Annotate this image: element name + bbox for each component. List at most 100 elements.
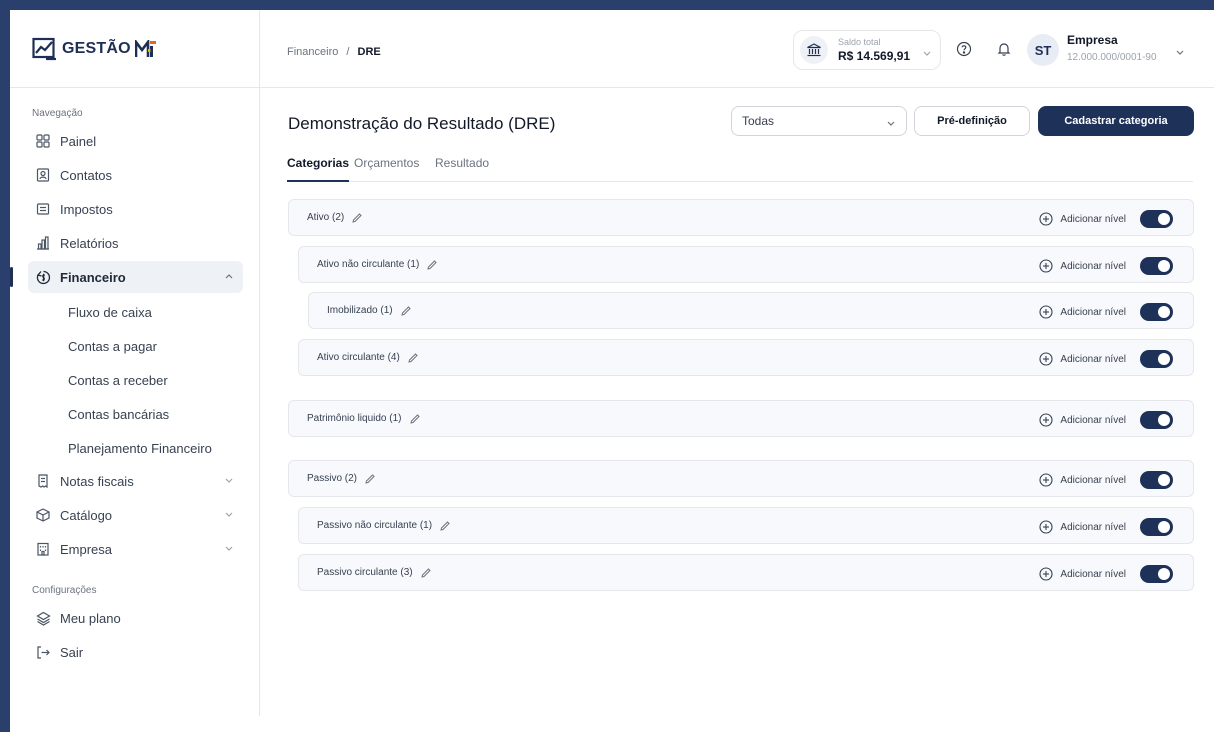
main-content: Demonstração do Resultado (DRE) Todas Pr… <box>260 88 1214 732</box>
pencil-icon[interactable] <box>409 413 421 425</box>
add-level-button[interactable]: Adicionar nível <box>1039 473 1126 487</box>
active-tab-indicator <box>287 180 349 182</box>
help-icon[interactable] <box>955 40 973 58</box>
sidebar-item-notas-fiscais[interactable]: Notas fiscais <box>28 465 243 497</box>
window-frame-top <box>0 0 1214 10</box>
toggle-knob <box>1158 568 1170 580</box>
category-row: Ativo (2) Adicionar nível <box>288 199 1194 236</box>
sidebar-item-catalogo[interactable]: Catálogo <box>28 499 243 531</box>
logout-icon <box>34 643 52 661</box>
bank-icon <box>800 36 828 64</box>
sidebar-item-label: Notas fiscais <box>60 473 134 489</box>
contact-card-icon <box>34 166 52 184</box>
predefinition-button[interactable]: Pré-definição <box>914 106 1030 136</box>
category-toggle[interactable] <box>1140 303 1173 321</box>
category-toggle[interactable] <box>1140 210 1173 228</box>
brand-logo[interactable]: GESTÃO <box>10 10 259 88</box>
invoice-icon <box>34 472 52 490</box>
breadcrumb-current: DRE <box>357 46 381 58</box>
pencil-icon[interactable] <box>400 305 412 317</box>
building-icon <box>34 540 52 558</box>
category-row: Passivo (2) Adicionar nível <box>288 460 1194 497</box>
add-level-button[interactable]: Adicionar nível <box>1039 567 1126 581</box>
plus-circle-icon <box>1039 413 1053 427</box>
category-label[interactable]: Ativo circulante (4) <box>299 352 419 364</box>
sidebar-item-label: Empresa <box>60 541 113 557</box>
category-toggle[interactable] <box>1140 518 1173 536</box>
sidebar-subitem-fluxo-de-caixa[interactable]: Fluxo de caixa <box>28 295 243 329</box>
pencil-icon[interactable] <box>420 567 432 579</box>
active-indicator <box>10 267 13 287</box>
grid-icon <box>34 132 52 150</box>
plus-circle-icon <box>1039 520 1053 534</box>
category-toggle[interactable] <box>1140 471 1173 489</box>
sidebar-subitem-contas-a-pagar[interactable]: Contas a pagar <box>28 329 243 363</box>
add-level-button[interactable]: Adicionar nível <box>1039 259 1126 273</box>
sidebar-item-label: Meu plano <box>60 610 121 626</box>
category-label[interactable]: Passivo não circulante (1) <box>299 520 451 532</box>
sidebar-subitem-contas-bancarias[interactable]: Contas bancárias <box>28 397 243 431</box>
category-toggle[interactable] <box>1140 411 1173 429</box>
add-level-button[interactable]: Adicionar nível <box>1039 212 1126 226</box>
sidebar-item-impostos[interactable]: Impostos <box>28 193 243 225</box>
category-row: Patrimônio liquido (1) Adicionar nível <box>288 400 1194 437</box>
sidebar-subitem-planejamento[interactable]: Planejamento Financeiro <box>28 431 243 465</box>
sidebar-subitem-contas-a-receber[interactable]: Contas a receber <box>28 363 243 397</box>
add-category-button[interactable]: Cadastrar categoria <box>1038 106 1194 136</box>
chevron-down-icon[interactable] <box>1174 45 1186 57</box>
tab-categorias[interactable]: Categorias <box>287 156 349 170</box>
add-level-button[interactable]: Adicionar nível <box>1039 305 1126 319</box>
tab-orcamentos[interactable]: Orçamentos <box>354 156 419 170</box>
category-name: Ativo circulante (4) <box>317 352 400 363</box>
add-level-label: Adicionar nível <box>1060 213 1126 225</box>
add-level-button[interactable]: Adicionar nível <box>1039 520 1126 534</box>
balance-value: R$ 14.569,91 <box>838 49 911 63</box>
company-name[interactable]: Empresa <box>1067 33 1118 47</box>
toggle-knob <box>1158 306 1170 318</box>
sidebar-item-sair[interactable]: Sair <box>28 636 243 668</box>
add-level-label: Adicionar nível <box>1060 568 1126 580</box>
balance-dropdown[interactable]: Saldo total R$ 14.569,91 <box>793 30 941 70</box>
add-level-button[interactable]: Adicionar nível <box>1039 413 1126 427</box>
sidebar-item-empresa[interactable]: Empresa <box>28 533 243 565</box>
sidebar-item-meu-plano[interactable]: Meu plano <box>28 602 243 634</box>
pencil-icon[interactable] <box>364 473 376 485</box>
plus-circle-icon <box>1039 212 1053 226</box>
tab-resultado[interactable]: Resultado <box>435 156 489 170</box>
category-label[interactable]: Imobilizado (1) <box>309 305 412 317</box>
category-label[interactable]: Patrimônio liquido (1) <box>289 413 421 425</box>
category-row: Passivo circulante (3) Adicionar nível <box>298 554 1194 591</box>
finance-icon <box>34 268 52 286</box>
sidebar-item-label: Painel <box>60 133 97 149</box>
category-label[interactable]: Passivo (2) <box>289 473 376 485</box>
brand-name: GESTÃO <box>62 39 131 57</box>
plus-circle-icon <box>1039 473 1053 487</box>
sidebar-item-relatorios[interactable]: Relatórios <box>28 227 243 259</box>
avatar[interactable]: ST <box>1027 34 1059 66</box>
category-toggle[interactable] <box>1140 350 1173 368</box>
category-name: Passivo não circulante (1) <box>317 520 433 531</box>
add-level-label: Adicionar nível <box>1060 414 1126 426</box>
pencil-icon[interactable] <box>439 520 451 532</box>
category-label[interactable]: Passivo circulante (3) <box>299 567 432 579</box>
pencil-icon[interactable] <box>426 259 438 271</box>
category-label[interactable]: Ativo (2) <box>289 212 363 224</box>
category-label[interactable]: Ativo não circulante (1) <box>299 259 438 271</box>
pencil-icon[interactable] <box>351 212 363 224</box>
add-level-button[interactable]: Adicionar nível <box>1039 352 1126 366</box>
sidebar-item-contatos[interactable]: Contatos <box>28 159 243 191</box>
config-section-label: Configurações <box>32 585 97 596</box>
bell-icon[interactable] <box>995 40 1013 58</box>
sidebar-item-financeiro[interactable]: Financeiro <box>10 261 243 293</box>
chevron-down-icon <box>223 474 235 486</box>
sidebar-item-label: Financeiro <box>60 269 126 285</box>
category-toggle[interactable] <box>1140 565 1173 583</box>
breadcrumb-parent-link[interactable]: Financeiro <box>287 46 338 58</box>
sidebar-item-label: Contatos <box>60 167 113 183</box>
pencil-icon[interactable] <box>407 352 419 364</box>
category-filter-select[interactable]: Todas <box>731 106 907 136</box>
plus-circle-icon <box>1039 305 1053 319</box>
sidebar-item-painel[interactable]: Painel <box>28 125 243 157</box>
category-toggle[interactable] <box>1140 257 1173 275</box>
toggle-knob <box>1158 414 1170 426</box>
